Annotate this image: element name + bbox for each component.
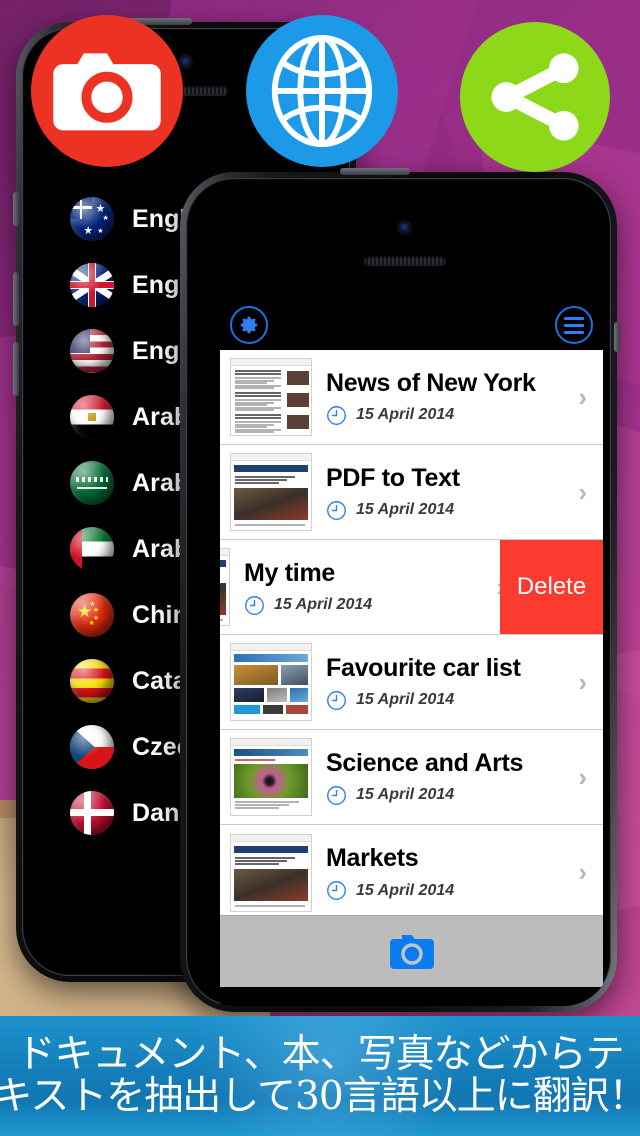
document-list-item[interactable]: News of New York 15 April 2014 › [220,350,603,445]
document-thumbnail [230,643,312,721]
document-info: My time 15 April 2014 [230,559,490,616]
document-date: 15 April 2014 [356,786,455,803]
united-kingdom-flag-icon [70,263,114,307]
phone-bezel: News of New York 15 April 2014 › PDF to Tex… [186,178,611,1006]
document-list[interactable]: News of New York 15 April 2014 › PDF to Tex… [220,350,603,915]
document-row-content[interactable]: Science and Arts 15 April 2014 › [230,738,603,816]
document-title: News of New York [326,368,536,397]
camera-icon [53,53,161,131]
caption-line-1: ドキュメント、本、写真などからテ [16,1031,624,1077]
delete-button[interactable]: Delete [500,540,603,634]
promo-caption: ドキュメント、本、写真などからテ キストを抽出して30言語以上に翻訳！ [0,1016,640,1136]
document-meta: 15 April 2014 [326,880,572,901]
document-date: 15 April 2014 [356,406,455,423]
document-title: Science and Arts [326,748,524,777]
volume-up-button [13,272,19,326]
chevron-right-icon: › [578,476,587,507]
document-info: Markets 15 April 2014 [312,844,572,901]
share-icon [491,53,579,141]
document-meta: 15 April 2014 [326,405,572,426]
menu-button[interactable] [555,306,593,344]
camera-icon [389,934,434,969]
document-list-item[interactable]: My time15 April 2014›Delete [220,540,603,635]
clock-icon [327,690,346,710]
front-camera [180,56,191,67]
document-row-content[interactable]: PDF to Text 15 April 2014 › [230,453,603,531]
clock-icon [327,405,346,425]
document-meta: 15 April 2014 [326,690,572,711]
document-row-content[interactable]: My time15 April 2014› [220,540,521,634]
document-thumbnail [230,738,312,816]
egypt-flag-icon [70,395,114,439]
front-camera [399,222,410,233]
document-date: 15 April 2014 [356,501,455,518]
document-thumbnail [220,548,230,626]
document-list-item[interactable]: Favourite car list 15 April 2014 › [220,635,603,730]
chevron-right-icon: › [578,761,587,792]
volume-down-button [13,342,19,396]
earpiece-speaker [364,256,446,265]
clock-icon [327,500,346,520]
document-date: 15 April 2014 [274,596,373,613]
czech-republic-flag-icon [70,725,114,769]
app-toolbar [220,298,603,350]
clock-icon [327,881,346,900]
document-date: 15 April 2014 [356,691,455,708]
document-title: Markets [326,844,419,872]
united-states-flag-icon [70,329,114,373]
settings-button[interactable] [230,306,268,344]
australia-flag-icon: ★ ★ ★ ★ [70,197,114,241]
document-title: PDF to Text [326,463,460,492]
camera-feature-icon[interactable] [31,15,183,167]
front-phone-screen: News of New York 15 April 2014 › PDF to Tex… [220,298,603,1006]
document-meta: 15 April 2014 [244,595,490,616]
caption-line-2: キストを抽出して30言語以上に翻訳！ [0,1074,640,1119]
hamburger-menu-icon [564,316,584,334]
document-list-item[interactable]: Markets 15 April 2014 › [220,825,603,915]
chevron-right-icon: › [578,666,587,697]
united-arab-emirates-flag-icon [70,527,114,571]
document-date: 15 April 2014 [356,881,455,899]
document-meta: 15 April 2014 [326,785,572,806]
document-row-content[interactable]: News of New York 15 April 2014 › [230,358,603,436]
chevron-right-icon: › [578,381,587,412]
document-row-content[interactable]: Favourite car list 15 April 2014 › [230,643,603,721]
screenshot-stage: ★ ★ ★ ★ English English English Arabic Arabic Ara… [0,0,640,1136]
chevron-right-icon: › [578,857,587,887]
gear-icon [240,316,258,334]
front-phone-device: News of New York 15 April 2014 › PDF to Tex… [180,168,620,1012]
document-title: Favourite car list [326,653,521,682]
document-meta: 15 April 2014 [326,500,572,521]
denmark-flag-icon [70,791,114,835]
clock-icon [245,595,264,615]
catalonia-flag-icon [70,659,114,703]
power-button [340,168,410,175]
document-info: Science and Arts 15 April 2014 [312,749,572,806]
mute-switch [13,192,19,226]
document-info: PDF to Text 15 April 2014 [312,464,572,521]
document-list-item[interactable]: PDF to Text 15 April 2014 › [220,445,603,540]
capture-photo-button[interactable] [388,933,436,971]
document-thumbnail [230,833,312,912]
bottom-toolbar [220,915,603,987]
clock-icon [327,785,346,805]
document-info: News of New York 15 April 2014 [312,369,572,426]
globe-feature-icon[interactable] [246,15,398,167]
share-feature-icon[interactable] [460,22,610,172]
saudi-arabia-flag-icon [70,461,114,505]
china-flag-icon: ★ ★ ★ ★ ★ [70,593,114,637]
side-button [614,322,620,352]
document-info: Favourite car list 15 April 2014 [312,654,572,711]
globe-icon [271,34,373,148]
document-thumbnail [230,453,312,531]
document-thumbnail [230,358,312,436]
document-list-item[interactable]: Science and Arts 15 April 2014 › [220,730,603,825]
document-title: My time [244,558,335,587]
document-row-content[interactable]: Markets 15 April 2014 › [230,833,603,912]
